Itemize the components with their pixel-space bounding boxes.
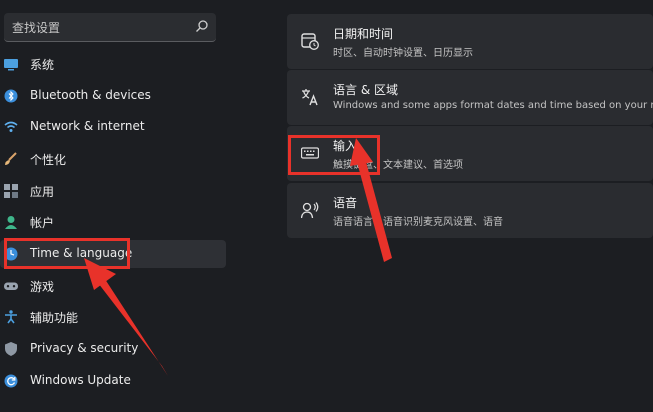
sidebar-item-personalization[interactable]: 个性化 <box>0 145 226 173</box>
sidebar-item-label: Network & internet <box>30 119 145 133</box>
card-subtitle: 触摸键盘、文本建议、首选项 <box>333 160 463 171</box>
card-title: 日期和时间 <box>333 27 394 41</box>
brush-icon <box>5 152 17 165</box>
sidebar-item-label: Bluetooth & devices <box>30 88 151 102</box>
gamepad-icon <box>4 282 18 290</box>
search-icon[interactable] <box>195 19 209 33</box>
card-title: 语言 & 区域 <box>333 83 398 97</box>
sidebar-item-system[interactable]: 系统 <box>0 50 226 78</box>
sidebar-item-windows-update[interactable]: Windows Update <box>0 367 226 395</box>
time-language-settings-panel: 日期和时间 时区、自动时钟设置、日历显示 语言 & 区域 Windows and… <box>287 0 653 412</box>
sidebar-item-network[interactable]: Network & internet <box>0 113 226 141</box>
account-icon <box>5 216 17 229</box>
update-icon <box>4 374 18 388</box>
language-region-card[interactable]: 语言 & 区域 Windows and some apps format dat… <box>287 70 653 125</box>
sidebar-item-gaming[interactable]: 游戏 <box>0 272 226 300</box>
sidebar-item-bluetooth[interactable]: Bluetooth & devices <box>0 82 226 110</box>
sidebar-item-time-language[interactable]: Time & language <box>0 240 226 268</box>
apps-icon <box>4 184 18 198</box>
sidebar-item-accessibility[interactable]: 辅助功能 <box>0 303 226 331</box>
speech-icon <box>301 202 319 219</box>
sidebar-item-label: Windows Update <box>30 373 131 387</box>
search-box[interactable] <box>4 13 216 42</box>
bluetooth-icon <box>4 89 18 103</box>
sidebar-item-label: Time & language <box>30 246 133 260</box>
card-subtitle: 时区、自动时钟设置、日历显示 <box>333 48 473 59</box>
typing-input-card[interactable]: 输入 触摸键盘、文本建议、首选项 <box>287 126 653 181</box>
sidebar-item-accounts[interactable]: 帐户 <box>0 208 226 236</box>
card-title: 语音 <box>333 196 358 210</box>
sidebar-item-label: 个性化 <box>30 153 67 167</box>
system-icon <box>4 59 18 71</box>
sidebar-item-label: 游戏 <box>30 280 55 294</box>
sidebar-item-privacy-security[interactable]: Privacy & security <box>0 335 226 363</box>
sidebar-item-label: 应用 <box>30 185 55 199</box>
date-time-icon <box>301 33 319 50</box>
sidebar-item-apps[interactable]: 应用 <box>0 177 226 205</box>
speech-card[interactable]: 语音 语音语言、语音识别麦克风设置、语音 <box>287 183 653 238</box>
globe-clock-icon <box>4 247 18 261</box>
date-time-card[interactable]: 日期和时间 时区、自动时钟设置、日历显示 <box>287 14 653 69</box>
sidebar-item-label: Privacy & security <box>30 341 139 355</box>
card-subtitle: 语音语言、语音识别麦克风设置、语音 <box>333 217 503 228</box>
card-subtitle: Windows and some apps format dates and t… <box>333 100 653 111</box>
sidebar-item-label: 帐户 <box>30 216 55 230</box>
shield-icon <box>5 342 17 356</box>
sidebar-item-label: 辅助功能 <box>30 311 79 325</box>
accessibility-icon <box>5 310 17 324</box>
language-region-icon <box>302 89 318 106</box>
sidebar-item-label: 系统 <box>30 58 55 72</box>
keyboard-icon <box>301 147 319 159</box>
search-input[interactable] <box>10 17 194 39</box>
settings-sidebar: 系统 Bluetooth & devices Network & interne… <box>0 0 232 412</box>
card-title: 输入 <box>333 139 358 153</box>
wifi-icon <box>4 121 18 132</box>
